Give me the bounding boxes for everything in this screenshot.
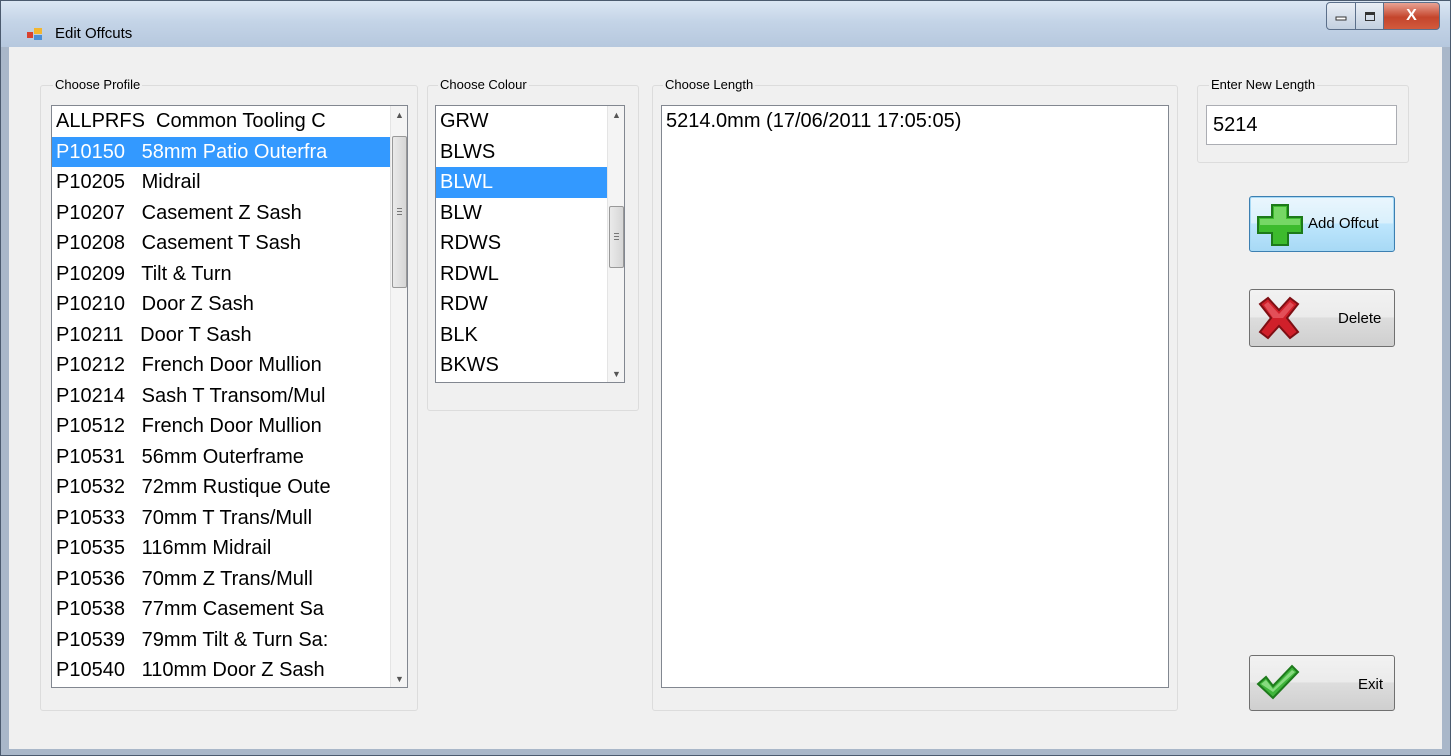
list-item[interactable]: BKWS [436,350,624,381]
scroll-down-arrow-icon[interactable]: ▼ [391,670,407,687]
length-items: 5214.0mm (17/06/2011 17:05:05) [662,106,1168,137]
list-item[interactable]: ALLPRFS Common Tooling C [52,106,407,137]
colour-listbox[interactable]: GRW BLWS BLWL BLW RDWS RDWL RDW BLK BKWS ▲ ▼ [435,105,625,383]
list-item[interactable]: BLWS [436,137,624,168]
length-label: Choose Length [663,77,756,92]
green-check-icon [1256,664,1300,700]
list-item[interactable]: BLW [436,198,624,229]
list-item[interactable]: BLK [436,320,624,351]
list-item[interactable]: RDWL [436,259,624,290]
scroll-up-arrow-icon[interactable]: ▲ [608,106,624,123]
profile-label: Choose Profile [53,77,143,92]
add-offcut-label: Add Offcut [1308,215,1379,232]
colour-items: GRW BLWS BLWL BLW RDWS RDWL RDW BLK BKWS [436,106,624,381]
list-item[interactable]: P10535 116mm Midrail [52,533,407,564]
scroll-up-arrow-icon[interactable]: ▲ [391,106,407,123]
list-item[interactable]: P10209 Tilt & Turn [52,259,407,290]
title-bar[interactable]: Edit Offcuts X [1,1,1450,47]
add-offcut-button[interactable]: Add Offcut [1249,196,1395,252]
length-listbox[interactable]: 5214.0mm (17/06/2011 17:05:05) [661,105,1169,688]
app-icon [27,28,42,40]
list-item[interactable]: P10538 77mm Casement Sa [52,594,407,625]
list-item[interactable]: RDW [436,289,624,320]
delete-button[interactable]: Delete [1249,289,1395,347]
list-item[interactable]: P10540 110mm Door Z Sash [52,655,407,686]
list-item[interactable]: P10539 79mm Tilt & Turn Sa: [52,625,407,656]
close-button[interactable]: X [1384,2,1440,30]
profile-scrollbar[interactable]: ▲ ▼ [390,106,407,687]
maximize-icon [1364,11,1375,21]
list-item[interactable]: P10211 Door T Sash [52,320,407,351]
new-length-input[interactable]: 5214 [1206,105,1397,145]
list-item[interactable]: P10532 72mm Rustique Oute [52,472,407,503]
list-item[interactable]: P10208 Casement T Sash [52,228,407,259]
minimize-button[interactable] [1326,2,1356,30]
colour-scroll-thumb[interactable] [609,206,624,268]
minimize-icon [1335,16,1347,21]
list-item[interactable]: BLWL [436,167,624,198]
caption-buttons: X [1326,2,1440,32]
close-icon: X [1406,7,1417,24]
colour-scrollbar[interactable]: ▲ ▼ [607,106,624,382]
exit-button[interactable]: Exit [1249,655,1395,711]
list-item[interactable]: P10536 70mm Z Trans/Mull [52,564,407,595]
client-area: Choose Profile ALLPRFS Common Tooling CP… [9,47,1442,749]
green-plus-icon [1257,204,1303,246]
edit-offcuts-window: Edit Offcuts X Choose Profile ALLPRFS Co… [0,0,1451,756]
delete-label: Delete [1338,310,1382,327]
red-x-icon [1258,296,1300,340]
list-item[interactable]: P10212 French Door Mullion [52,350,407,381]
list-item[interactable]: P10512 French Door Mullion [52,411,407,442]
list-item[interactable]: GRW [436,106,624,137]
list-item[interactable]: RDWS [436,228,624,259]
list-item[interactable]: P10205 Midrail [52,167,407,198]
colour-label: Choose Colour [438,77,529,92]
list-item[interactable]: P10531 56mm Outerframe [52,442,407,473]
list-item[interactable]: P10214 Sash T Transom/Mul [52,381,407,412]
exit-label: Exit [1358,676,1384,693]
new-length-label: Enter New Length [1209,77,1318,92]
profile-scroll-thumb[interactable] [392,136,407,288]
list-item[interactable]: 5214.0mm (17/06/2011 17:05:05) [662,106,1168,137]
scroll-down-arrow-icon[interactable]: ▼ [608,365,624,382]
list-item[interactable]: P10150 58mm Patio Outerfra [52,136,407,167]
window-title: Edit Offcuts [55,25,133,42]
maximize-button[interactable] [1356,2,1384,30]
list-item[interactable]: P10207 Casement Z Sash [52,198,407,229]
profile-listbox[interactable]: ALLPRFS Common Tooling C P10150 58mm Pati… [51,105,408,688]
list-item[interactable]: P10533 70mm T Trans/Mull [52,503,407,534]
profile-items: ALLPRFS Common Tooling C P10150 58mm Pati… [52,106,407,686]
list-item[interactable]: P10210 Door Z Sash [52,289,407,320]
